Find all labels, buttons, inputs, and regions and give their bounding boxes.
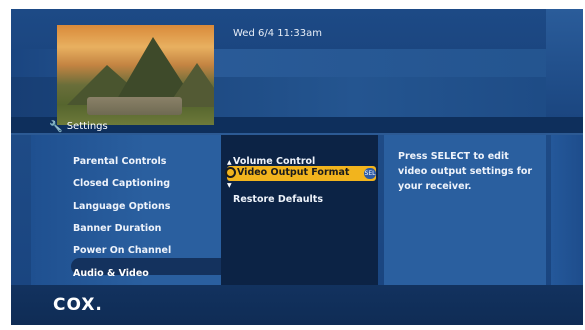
settings-body: Parental Controls Closed Captioning Lang… xyxy=(11,135,583,285)
wrench-icon: 🔧 xyxy=(49,120,63,133)
tv-screen: Wed 6/4 11:33am 🔧 Settings Parental Cont… xyxy=(11,9,583,325)
scroll-down-icon: ▼ xyxy=(227,182,232,189)
video-thumbnail xyxy=(57,25,214,125)
submenu-item-video-output-format[interactable]: Video Output Format SEL xyxy=(225,166,376,181)
settings-header: 🔧 Settings xyxy=(49,120,108,133)
thumbnail-ruins xyxy=(87,97,182,115)
settings-menu: Parental Controls Closed Captioning Lang… xyxy=(31,135,241,285)
menu-item-language-options[interactable]: Language Options xyxy=(73,201,170,212)
date-time: Wed 6/4 11:33am xyxy=(233,28,322,39)
scroll-up-icon: ▲ xyxy=(227,159,232,166)
submenu-item-label: Video Output Format xyxy=(237,167,350,178)
selection-ring-icon xyxy=(225,167,236,178)
menu-item-closed-captioning[interactable]: Closed Captioning xyxy=(73,178,170,189)
submenu-item-restore-defaults[interactable]: Restore Defaults xyxy=(233,194,323,205)
select-button-icon: SEL xyxy=(364,168,376,179)
menu-item-banner-duration[interactable]: Banner Duration xyxy=(73,223,161,234)
cox-logo: COX. xyxy=(53,295,103,315)
menu-item-audio-video[interactable]: Audio & Video xyxy=(73,268,149,279)
help-panel: Press SELECT to edit video output settin… xyxy=(384,135,546,285)
help-text: Press SELECT to edit video output settin… xyxy=(398,151,533,192)
menu-item-parental-controls[interactable]: Parental Controls xyxy=(73,156,166,167)
settings-title: Settings xyxy=(66,121,108,132)
footer: COX. xyxy=(11,285,583,325)
right-edge-panel xyxy=(551,135,583,285)
submenu-panel: Volume Control ▲ Video Output Format SEL… xyxy=(221,135,378,285)
menu-item-power-on-channel[interactable]: Power On Channel xyxy=(73,245,171,256)
banner-right-panel xyxy=(546,9,583,117)
